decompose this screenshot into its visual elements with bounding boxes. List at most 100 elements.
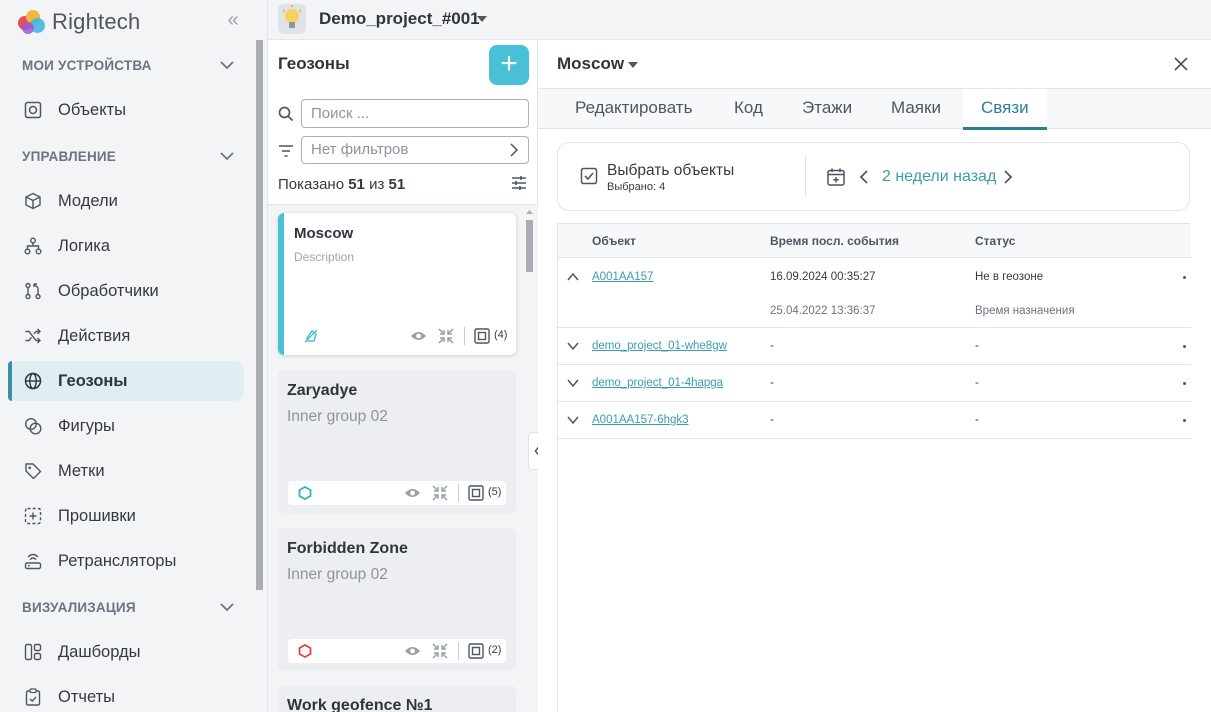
caret-down-icon[interactable] — [628, 62, 638, 68]
handlers-icon — [25, 282, 41, 300]
select-objects-button[interactable]: Выбрать объекты — [607, 162, 734, 180]
shown-count: Показано 51 из 51 — [278, 176, 405, 193]
row-menu-icon[interactable] — [1183, 276, 1186, 279]
globe-icon — [24, 372, 42, 390]
object-link[interactable]: demo_project_01-whe8gw — [592, 340, 727, 352]
column-header-last-event[interactable]: Время посл. события — [770, 234, 899, 248]
section-visualization[interactable]: ВИЗУАЛИЗАЦИЯ — [0, 592, 254, 622]
chevron-left-icon[interactable] — [858, 169, 870, 185]
geofence-card[interactable]: Moscow Description (4) — [278, 213, 516, 355]
geofence-list: Moscow Description (4) Zaryadye Inner gr… — [268, 204, 538, 712]
table-header: Объект Время посл. события Статус — [558, 224, 1191, 258]
sidebar-item-models[interactable]: Модели — [8, 181, 244, 221]
sidebar-item-reports[interactable]: Отчеты — [8, 677, 244, 712]
object-link[interactable]: A001AA157-6hgk3 — [592, 414, 689, 426]
brand-name: Rightech — [52, 9, 141, 34]
tab-floors[interactable]: Этажи — [802, 98, 852, 118]
chevron-up-icon[interactable] — [566, 270, 580, 284]
sidebar-item-label: Модели — [58, 191, 118, 210]
geofence-card[interactable]: Work geofence №1 — [278, 685, 516, 712]
object-link[interactable]: A001AA157 — [592, 271, 653, 283]
hexagon-shape-icon — [298, 644, 312, 658]
close-icon[interactable] — [1172, 55, 1190, 73]
tab-beacons[interactable]: Маяки — [891, 98, 941, 118]
checkbox-icon[interactable] — [580, 167, 598, 185]
eye-icon[interactable] — [410, 330, 427, 342]
sidebar-item-tags[interactable]: Метки — [8, 451, 244, 491]
count-shown: 51 — [348, 176, 365, 193]
project-bulb-icon[interactable] — [278, 4, 306, 34]
scroll-up-icon[interactable] — [525, 208, 534, 216]
collapse-arrows-icon[interactable] — [437, 327, 455, 345]
section-management[interactable]: УПРАВЛЕНИЕ — [0, 141, 254, 171]
collapse-sidebar-button[interactable]: « — [222, 9, 244, 31]
sidebar-item-objects[interactable]: Объекты — [8, 90, 244, 130]
period-selector[interactable]: 2 недели назад — [882, 168, 996, 186]
tab-code[interactable]: Код — [734, 98, 763, 118]
geofence-card[interactable]: Forbidden Zone Inner group 02 (2) — [278, 528, 516, 671]
project-name[interactable]: Demo_project_#001 — [319, 9, 480, 29]
assignment-time: 25.04.2022 13:36:37 — [770, 305, 876, 317]
column-header-object[interactable]: Объект — [592, 234, 636, 248]
row-menu-icon[interactable] — [1183, 345, 1186, 348]
table-row[interactable]: demo_project_01-4hapga - - — [558, 365, 1191, 402]
objects-icon — [468, 643, 484, 659]
logo[interactable]: Rightech — [16, 7, 140, 37]
row-menu-icon[interactable] — [1183, 419, 1186, 422]
table-row[interactable]: demo_project_01-whe8gw - - — [558, 328, 1191, 365]
object-count: (4) — [494, 329, 508, 341]
chevron-down-icon[interactable] — [566, 376, 580, 390]
card-footer: (4) — [294, 324, 508, 348]
filter-input[interactable]: Нет фильтров — [301, 136, 529, 164]
column-header-status[interactable]: Статус — [975, 234, 1015, 248]
geofence-card[interactable]: Zaryadye Inner group 02 (5) — [278, 370, 516, 513]
add-geofence-button[interactable]: + — [489, 45, 529, 85]
sidebar-item-geofences[interactable]: Геозоны — [8, 361, 244, 401]
card-footer: (2) — [288, 639, 506, 663]
scrollbar-thumb[interactable] — [256, 40, 263, 590]
polygon-shape-icon — [304, 329, 318, 343]
last-event-time: - — [770, 414, 774, 426]
chevron-down-icon[interactable] — [566, 339, 580, 353]
calendar-icon[interactable] — [826, 167, 846, 187]
chevron-down-icon[interactable] — [566, 413, 580, 427]
links-toolbar: Выбрать объекты Выбрано: 4 2 недели наза… — [557, 142, 1190, 211]
caret-down-icon[interactable] — [477, 16, 487, 22]
collapse-arrows-icon[interactable] — [431, 484, 449, 502]
tab-links[interactable]: Связи — [981, 98, 1029, 118]
sliders-icon[interactable] — [511, 175, 527, 191]
chevron-right-icon[interactable] — [1002, 169, 1014, 185]
table-row[interactable]: A001AA157-6hgk3 - - — [558, 402, 1191, 439]
top-bar: Demo_project_#001 — [268, 0, 1211, 40]
sidebar-item-logic[interactable]: Логика — [8, 226, 244, 266]
search-input[interactable]: Поиск ... — [301, 99, 529, 128]
shapes-icon — [24, 417, 42, 435]
app-root: Rightech « МОИ УСТРОЙСТВА Объекты УПРАВЛ… — [0, 0, 1211, 712]
scrollbar-thumb[interactable] — [526, 220, 533, 272]
collapse-arrows-icon[interactable] — [431, 642, 449, 660]
sidebar-item-shapes[interactable]: Фигуры — [8, 406, 244, 446]
table-row[interactable]: A001AA157 16.09.2024 00:35:27 Не в геозо… — [558, 258, 1191, 328]
count-prefix: Показано — [278, 176, 345, 193]
sidebar-scrollbar[interactable] — [254, 40, 264, 712]
sidebar-item-actions[interactable]: Действия — [8, 316, 244, 356]
sidebar-item-dashboards[interactable]: Дашборды — [8, 632, 244, 672]
section-my-devices[interactable]: МОИ УСТРОЙСТВА — [0, 50, 254, 80]
detail-title[interactable]: Moscow — [557, 54, 624, 74]
sidebar-item-relays[interactable]: Ретрансляторы — [8, 541, 244, 581]
eye-icon[interactable] — [404, 487, 421, 499]
object-count: (5) — [488, 486, 502, 498]
objects-icon — [24, 101, 42, 119]
logic-tree-icon — [24, 237, 42, 255]
sidebar-item-label: Обработчики — [58, 281, 159, 300]
sidebar-item-firmware[interactable]: Прошивки — [8, 496, 244, 536]
logo-mark-icon — [16, 8, 50, 36]
sidebar-item-label: Дашборды — [58, 642, 141, 661]
card-description: Inner group 02 — [287, 566, 388, 583]
eye-icon[interactable] — [404, 645, 421, 657]
object-link[interactable]: demo_project_01-4hapga — [592, 377, 723, 389]
tab-edit[interactable]: Редактировать — [575, 98, 692, 118]
row-menu-icon[interactable] — [1183, 382, 1186, 385]
sidebar-item-handlers[interactable]: Обработчики — [8, 271, 244, 311]
section-label: УПРАВЛЕНИЕ — [22, 148, 117, 164]
